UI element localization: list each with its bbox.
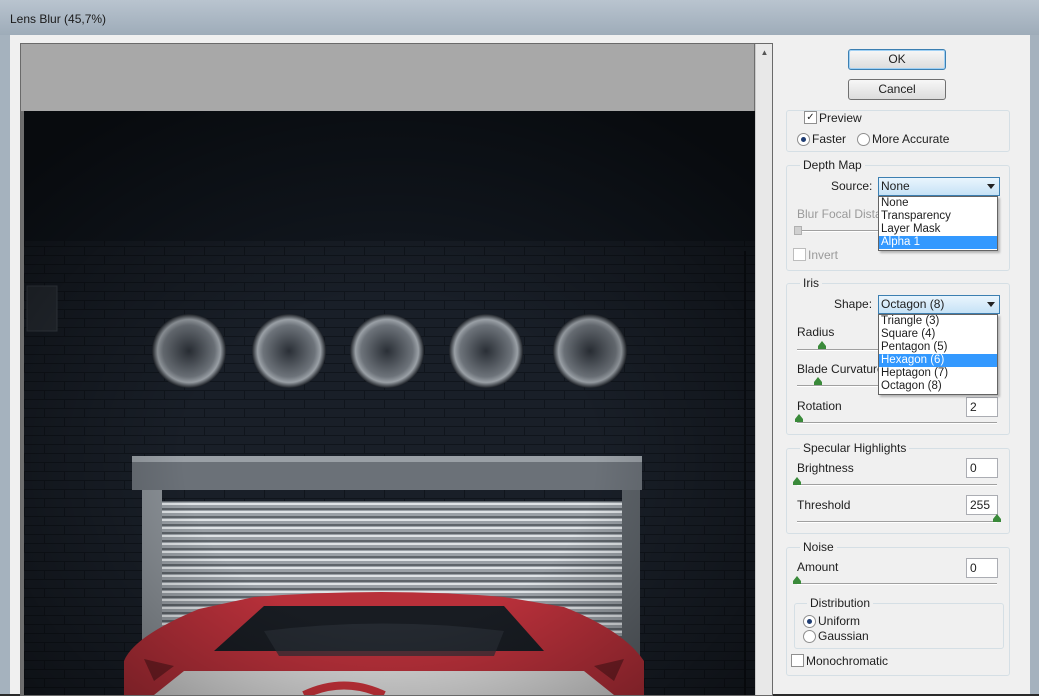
shape-option-highlighted[interactable]: Hexagon (6) — [879, 354, 997, 367]
invert-label: Invert — [808, 248, 839, 262]
preview-image — [24, 111, 755, 695]
shape-label: Shape: — [834, 297, 873, 311]
title-bar[interactable] — [0, 0, 1039, 36]
scroll-up-arrow-icon[interactable]: ▲ — [756, 46, 772, 60]
blur-focal-distance-label: Blur Focal Distance — [797, 207, 879, 221]
blade-curvature-thumb[interactable] — [814, 377, 822, 385]
preview-canvas-background — [21, 44, 754, 111]
monochromatic-checkbox[interactable] — [791, 654, 804, 667]
faster-radio[interactable] — [797, 133, 810, 146]
faster-label: Faster — [812, 132, 847, 146]
garage-photo — [24, 111, 755, 695]
preview-vertical-scrollbar[interactable]: ▲ — [755, 44, 772, 695]
window-frame-right — [1030, 35, 1039, 694]
amount-label: Amount — [797, 560, 839, 574]
threshold-track — [797, 521, 997, 523]
amount-input[interactable]: 0 — [966, 558, 998, 578]
shape-option[interactable]: Pentagon (5) — [879, 341, 997, 354]
specular-highlights-title: Specular Highlights — [800, 441, 910, 455]
source-option[interactable]: Transparency — [879, 210, 997, 223]
brightness-track — [797, 484, 997, 486]
source-value: None — [881, 179, 910, 193]
shape-option[interactable]: Square (4) — [879, 328, 997, 341]
preview-pane[interactable]: ▲ — [20, 43, 773, 696]
brightness-input[interactable]: 0 — [966, 458, 998, 478]
amount-thumb[interactable] — [793, 576, 801, 584]
brightness-thumb[interactable] — [793, 477, 801, 485]
radius-thumb[interactable] — [818, 341, 826, 349]
gaussian-radio[interactable] — [803, 630, 816, 643]
rotation-track — [797, 422, 997, 424]
ok-button[interactable]: OK — [848, 49, 946, 70]
chevron-down-icon — [987, 302, 995, 307]
shape-select[interactable]: Octagon (8) — [878, 295, 1000, 314]
shape-option[interactable]: Triangle (3) — [879, 315, 997, 328]
gaussian-label: Gaussian — [818, 629, 869, 643]
shape-option[interactable]: Heptagon (7) — [879, 367, 997, 380]
noise-title: Noise — [800, 540, 837, 554]
iris-title: Iris — [800, 276, 822, 290]
source-label: Source: — [831, 179, 873, 193]
more-accurate-label: More Accurate — [872, 132, 950, 146]
preview-checkbox[interactable]: ✓ — [804, 111, 817, 124]
cancel-button[interactable]: Cancel — [848, 79, 946, 100]
uniform-radio[interactable] — [803, 615, 816, 628]
window-frame-left — [0, 35, 10, 694]
threshold-thumb[interactable] — [993, 514, 1001, 522]
invert-checkbox[interactable] — [793, 248, 806, 261]
window-title: Lens Blur (45,7%) — [10, 12, 107, 26]
source-select[interactable]: None — [878, 177, 1000, 196]
source-option[interactable]: None — [879, 197, 997, 210]
threshold-label: Threshold — [797, 498, 851, 512]
rotation-label: Rotation — [797, 399, 842, 413]
shape-dropdown-list[interactable]: Triangle (3) Square (4) Pentagon (5) Hex… — [878, 314, 998, 395]
rotation-input[interactable]: 2 — [966, 397, 998, 417]
distribution-title: Distribution — [807, 596, 874, 610]
brightness-label: Brightness — [797, 461, 854, 475]
source-option[interactable]: Layer Mask — [879, 223, 997, 236]
radius-label: Radius — [797, 325, 835, 339]
source-option-highlighted[interactable]: Alpha 1 — [879, 236, 997, 249]
chevron-down-icon — [987, 184, 995, 189]
uniform-label: Uniform — [818, 614, 861, 628]
amount-track — [797, 583, 997, 585]
source-dropdown-list[interactable]: None Transparency Layer Mask Alpha 1 — [878, 196, 998, 251]
shape-value: Octagon (8) — [881, 297, 945, 311]
preview-label: Preview — [819, 111, 862, 125]
blade-curvature-label: Blade Curvature — [797, 362, 884, 376]
blade-curvature-track — [797, 385, 880, 387]
monochromatic-label: Monochromatic — [806, 654, 889, 668]
blur-focal-distance-thumb[interactable] — [794, 226, 802, 235]
depth-map-title: Depth Map — [800, 158, 865, 172]
blur-focal-distance-track — [797, 230, 880, 232]
threshold-input[interactable]: 255 — [966, 495, 998, 515]
more-accurate-radio[interactable] — [857, 133, 870, 146]
radius-track — [797, 349, 880, 351]
shape-option[interactable]: Octagon (8) — [879, 380, 997, 393]
rotation-thumb[interactable] — [795, 414, 803, 422]
